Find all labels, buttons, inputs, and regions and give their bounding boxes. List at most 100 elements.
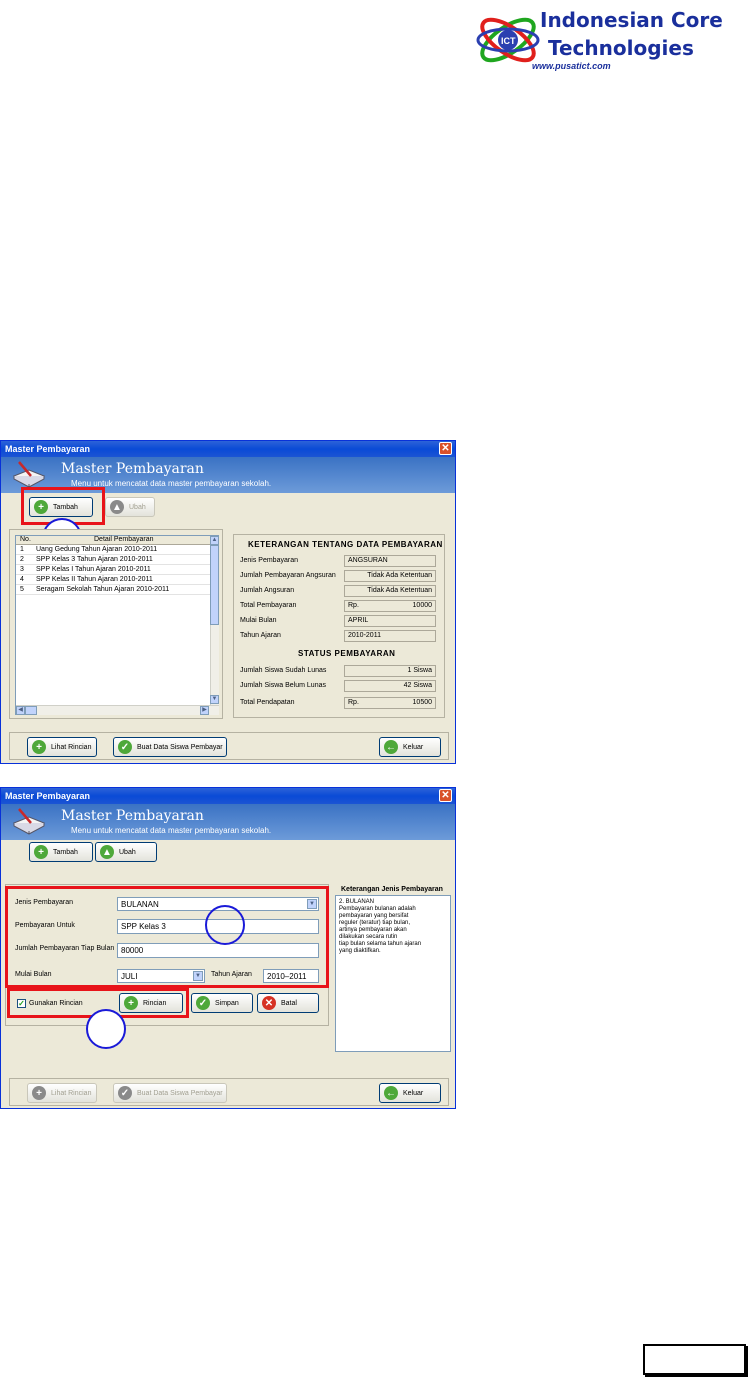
total-currency: Rp. [348,602,359,609]
keluar-button[interactable]: ← Keluar [379,737,441,757]
scroll-up-icon[interactable]: ▲ [210,536,219,545]
ubah-label: Ubah [129,503,146,511]
hscroll-thumb[interactable] [25,706,37,715]
back-arrow-icon: ← [384,740,398,754]
close-icon[interactable]: ✕ [439,442,452,455]
total-label: Total Pembayaran [240,602,297,609]
vertical-scrollbar[interactable]: ▲ ▼ [210,536,219,705]
simpan-label: Simpan [215,999,239,1007]
jenis-label: Jenis Pembayaran [240,557,298,564]
plus-icon: + [32,740,46,754]
angsuran-label: Jumlah Angsuran [240,587,295,594]
info-panel: KETERANGAN TENTANG DATA PEMBAYARAN Jenis… [233,534,445,718]
lihat-rincian-button[interactable]: + Lihat Rincian [27,737,97,757]
row-no: 1 [20,546,24,553]
up-arrow-icon: ▲ [100,845,114,859]
pendapatan-value: 10500 [412,699,432,706]
company-logo: ICT Indonesian Core Technologies www.pus… [470,0,740,80]
buat-data-siswa-button[interactable]: ✓ Buat Data Siswa Pembayar [113,1083,227,1103]
book-pen-icon [12,808,46,835]
keluar-button[interactable]: ← Keluar [379,1083,441,1103]
scroll-right-icon[interactable]: ▶ [200,706,209,715]
back-arrow-icon: ← [384,1086,398,1100]
table-row[interactable]: 1 Uang Gedung Tahun Ajaran 2010-2011 [16,546,211,555]
tambah-button[interactable]: + Tambah [29,842,93,862]
window-title: Master Pembayaran [5,791,91,801]
scroll-left-icon[interactable]: ◀ [16,706,25,715]
col-detail-header: Detail Pembayaran [94,536,154,543]
header-subtitle: Menu untuk mencatat data master pembayar… [71,826,272,835]
plus-icon: + [34,845,48,859]
pendapatan-label: Total Pendapatan [240,699,295,706]
total-value-box: Rp. 10000 [344,600,436,612]
col-no-header: No. [20,536,31,543]
lihat-rincian-button[interactable]: + Lihat Rincian [27,1083,97,1103]
book-pen-icon [12,461,46,488]
simpan-button[interactable]: ✓ Simpan [191,993,253,1013]
master-pembayaran-window-1: Master Pembayaran ✕ Master Pembayaran Me… [0,440,456,764]
buat-data-siswa-label: Buat Data Siswa Pembayar [137,1089,223,1097]
status-title: STATUS PEMBAYARAN [298,649,396,658]
jenis-value: ANGSURAN [344,555,436,567]
row-detail: SPP Kelas 3 Tahun Ajaran 2010-2011 [36,556,153,563]
highlight-box-form [5,886,329,988]
buat-data-siswa-button[interactable]: ✓ Buat Data Siswa Pembayar [113,737,227,757]
buat-data-siswa-label: Buat Data Siswa Pembayar [137,743,223,751]
pendapatan-currency: Rp. [348,699,359,706]
check-icon: ✓ [118,740,132,754]
batal-label: Batal [281,999,297,1007]
tahun-label: Tahun Ajaran [240,632,281,639]
keluar-label: Keluar [403,1089,424,1097]
plus-icon: + [32,1086,46,1100]
close-icon[interactable]: ✕ [439,789,452,802]
row-no: 5 [20,586,24,593]
payment-grid[interactable]: No. Detail Pembayaran 1 Uang Gedung Tahun… [15,535,219,715]
logo-line2: Technologies [548,36,694,60]
table-row[interactable]: 4 SPP Kelas II Tahun Ajaran 2010-2011 [16,576,211,585]
belum-value: 42 Siswa [344,680,436,692]
row-detail: Uang Gedung Tahun Ajaran 2010-2011 [36,546,158,553]
total-value: 10000 [412,602,432,609]
grid-header: No. Detail Pembayaran [16,536,211,545]
lihat-rincian-label: Lihat Rincian [51,743,92,751]
batal-button[interactable]: ✕ Batal [257,993,319,1013]
lihat-rincian-label: Lihat Rincian [51,1089,92,1097]
scroll-down-icon[interactable]: ▼ [210,695,219,704]
belum-label: Jumlah Siswa Belum Lunas [240,682,326,689]
window-title: Master Pembayaran [5,444,91,454]
angsuran-value: Tidak Ada Ketentuan [344,585,436,597]
title-bar[interactable]: Master Pembayaran ✕ [1,788,455,804]
page-number-box [643,1344,746,1375]
row-no: 2 [20,556,24,563]
up-arrow-icon: ▲ [110,500,124,514]
svg-text:ICT: ICT [501,36,516,46]
step-marker-circle-2 [205,905,245,945]
desc-title: Keterangan Jenis Pembayaran [341,886,443,893]
x-icon: ✕ [262,996,276,1010]
ubah-button[interactable]: ▲ Ubah [105,497,155,517]
table-row[interactable]: 3 SPP Kelas I Tahun Ajaran 2010-2011 [16,566,211,575]
row-detail: SPP Kelas I Tahun Ajaran 2010-2011 [36,566,151,573]
master-pembayaran-window-2: Master Pembayaran ✕ Master Pembayaran Me… [0,787,456,1109]
scroll-thumb[interactable] [210,545,219,625]
pendapatan-value-box: Rp. 10500 [344,697,436,709]
keluar-label: Keluar [403,743,424,751]
lunas-label: Jumlah Siswa Sudah Lunas [240,667,327,674]
info-title: KETERANGAN TENTANG DATA PEMBAYARAN [248,540,443,549]
check-icon: ✓ [118,1086,132,1100]
row-no: 3 [20,566,24,573]
grid-panel: No. Detail Pembayaran 1 Uang Gedung Tahun… [9,529,223,719]
header-title: Master Pembayaran [61,461,204,477]
ubah-button[interactable]: ▲ Ubah [95,842,157,862]
table-row[interactable]: 5 Seragam Sekolah Tahun Ajaran 2010-2011 [16,586,211,595]
header-banner: Master Pembayaran Menu untuk mencatat da… [1,804,455,840]
table-row[interactable]: 2 SPP Kelas 3 Tahun Ajaran 2010-2011 [16,556,211,565]
logo-line1: Indonesian Core [540,8,723,32]
mulai-value: APRIL [344,615,436,627]
lunas-value: 1 Siswa [344,665,436,677]
row-no: 4 [20,576,24,583]
step-marker-circle-3 [86,1009,126,1049]
title-bar[interactable]: Master Pembayaran ✕ [1,441,455,457]
jml-angsuran-value: Tidak Ada Ketentuan [344,570,436,582]
horizontal-scrollbar[interactable]: ◀ ▶ [16,705,219,715]
